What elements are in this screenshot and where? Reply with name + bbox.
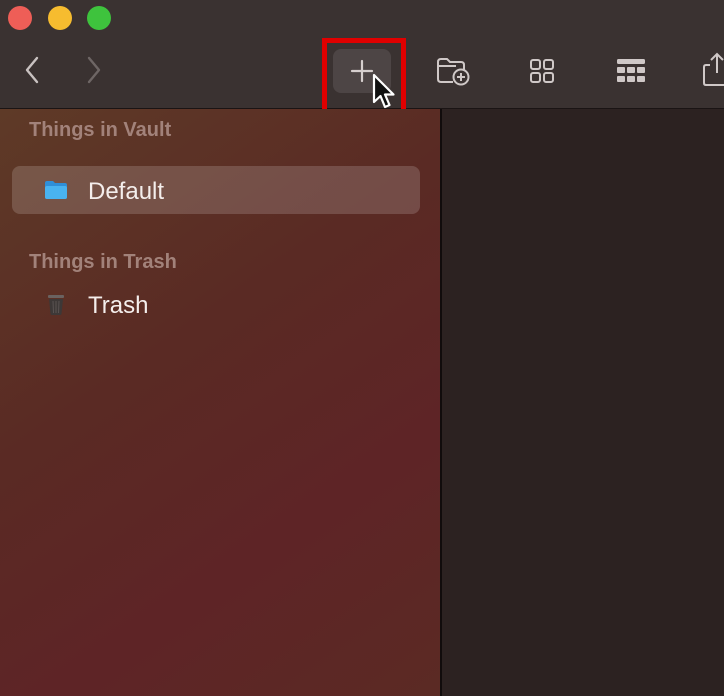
back-button[interactable] [18, 52, 46, 88]
sidebar-item-trash[interactable]: Trash [12, 280, 420, 328]
zoom-window-button[interactable] [87, 6, 111, 30]
table-view-button[interactable] [610, 52, 652, 90]
new-folder-button[interactable] [432, 52, 474, 90]
table-icon [617, 59, 645, 82]
app-window: Things in Vault Default Things in Trash … [0, 0, 724, 696]
toolbar [0, 0, 724, 114]
section-header-trash: Things in Trash [29, 251, 177, 273]
sidebar-item-label: Default [88, 178, 165, 205]
grid-view-button[interactable] [522, 52, 562, 90]
share-button[interactable] [702, 48, 724, 90]
main-content-area [442, 109, 724, 696]
chevron-left-icon [25, 56, 39, 84]
close-window-button[interactable] [8, 6, 32, 30]
share-icon [703, 52, 724, 86]
folder-icon [45, 181, 67, 199]
chevron-right-icon [87, 56, 101, 84]
sidebar: Things in Vault Default Things in Trash … [0, 109, 440, 696]
sidebar-item-label: Trash [88, 292, 149, 319]
section-header-vault: Things in Vault [29, 119, 172, 141]
folder-plus-icon [437, 58, 470, 86]
plus-icon [350, 59, 374, 83]
minimize-window-button[interactable] [48, 6, 72, 30]
grid-icon [530, 59, 554, 83]
forward-button[interactable] [80, 52, 108, 88]
add-item-button[interactable] [333, 49, 391, 93]
trash-icon [48, 295, 64, 315]
sidebar-item-default[interactable]: Default [12, 166, 420, 214]
